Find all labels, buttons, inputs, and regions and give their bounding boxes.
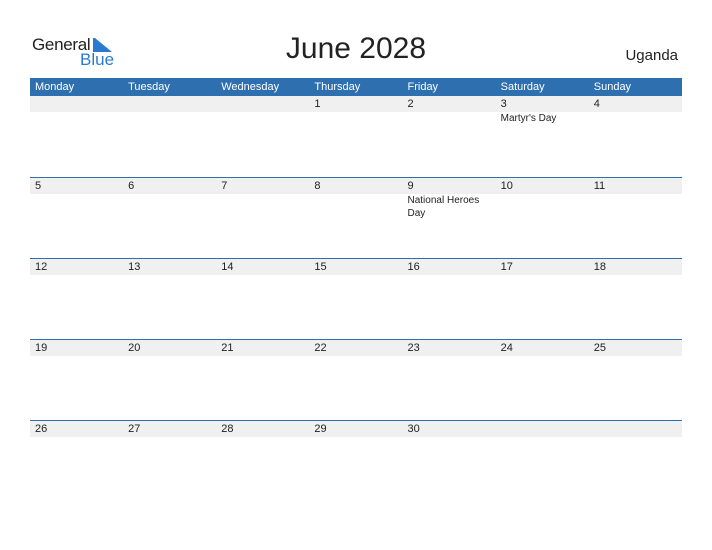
day-cell: 17 xyxy=(496,259,589,275)
day-number: 29 xyxy=(314,423,327,435)
day-cell xyxy=(589,421,682,437)
weekday-saturday: Saturday xyxy=(500,81,545,93)
day-cell: 26 xyxy=(30,421,123,437)
day-cell: 10 xyxy=(496,178,589,220)
day-number: 22 xyxy=(314,342,327,354)
day-number: 8 xyxy=(314,180,321,192)
day-number: 7 xyxy=(221,180,228,192)
day-number: 14 xyxy=(221,261,234,273)
country-label: Uganda xyxy=(625,47,678,64)
week-cells: 12 13 14 15 16 17 18 xyxy=(30,259,682,275)
week-cells: 19 20 21 22 23 24 25 xyxy=(30,340,682,356)
day-cell: 27 xyxy=(123,421,216,437)
calendar-grid: Monday Tuesday Wednesday Thursday Friday… xyxy=(30,78,682,501)
day-cell xyxy=(496,421,589,437)
day-cell: 11 xyxy=(589,178,682,220)
day-cell: 14 xyxy=(216,259,309,275)
day-cell: 7 xyxy=(216,178,309,220)
page-title: June 2028 xyxy=(285,32,427,65)
day-number: 23 xyxy=(407,342,420,354)
week-cells: 26 27 28 29 30 xyxy=(30,421,682,437)
weekday-wednesday: Wednesday xyxy=(221,81,280,93)
day-cell: 30 xyxy=(403,421,496,437)
day-cell: 3 Martyr's Day xyxy=(496,96,589,125)
day-number: 21 xyxy=(221,342,234,354)
day-number: 15 xyxy=(314,261,327,273)
day-cell: 9 National Heroes Day xyxy=(403,178,496,220)
day-number xyxy=(128,96,216,112)
day-cell: 19 xyxy=(30,340,123,356)
day-number xyxy=(594,421,682,437)
day-cell: 13 xyxy=(123,259,216,275)
day-cell xyxy=(216,96,309,125)
week-cells: 5 6 7 8 9 National Heroes Day 10 11 xyxy=(30,178,682,220)
day-number: 4 xyxy=(593,98,600,110)
day-number: 12 xyxy=(35,261,48,273)
day-cell: 28 xyxy=(216,421,309,437)
day-number: 5 xyxy=(35,180,42,192)
holiday-label: Martyr's Day xyxy=(500,113,557,124)
day-number: 10 xyxy=(500,180,513,192)
day-cell: 8 xyxy=(309,178,402,220)
day-cell: 20 xyxy=(123,340,216,356)
day-cell: 16 xyxy=(403,259,496,275)
day-number: 20 xyxy=(128,342,141,354)
week-row: 12 13 14 15 16 17 18 xyxy=(30,258,682,339)
day-cell: 23 xyxy=(403,340,496,356)
day-number: 25 xyxy=(593,342,606,354)
day-number xyxy=(501,421,589,437)
day-cell: 4 xyxy=(589,96,682,125)
week-row: 26 27 28 29 30 xyxy=(30,420,682,501)
day-number xyxy=(221,96,309,112)
weeks-container: 1 2 3 Martyr's Day 4 5 6 7 8 9 National Heroes Day… xyxy=(30,96,682,501)
day-cell: 24 xyxy=(496,340,589,356)
day-cell: 1 xyxy=(309,96,402,125)
day-cell xyxy=(123,96,216,125)
week-row: 1 2 3 Martyr's Day 4 xyxy=(30,96,682,177)
day-cell xyxy=(30,96,123,125)
weekday-friday: Friday xyxy=(407,81,439,93)
day-cell: 25 xyxy=(589,340,682,356)
day-number: 24 xyxy=(500,342,513,354)
day-number: 1 xyxy=(314,98,321,110)
day-cell: 22 xyxy=(309,340,402,356)
day-cell: 29 xyxy=(309,421,402,437)
day-cell: 6 xyxy=(123,178,216,220)
week-row: 5 6 7 8 9 National Heroes Day 10 11 xyxy=(30,177,682,258)
day-cell: 5 xyxy=(30,178,123,220)
day-cell: 2 xyxy=(403,96,496,125)
day-number: 17 xyxy=(500,261,513,273)
day-number: 28 xyxy=(221,423,234,435)
day-number: 11 xyxy=(593,180,606,192)
day-number xyxy=(35,96,123,112)
weekday-thursday: Thursday xyxy=(314,81,361,93)
week-row: 19 20 21 22 23 24 25 xyxy=(30,339,682,420)
day-number: 30 xyxy=(407,423,420,435)
day-number: 13 xyxy=(128,261,141,273)
day-cell: 12 xyxy=(30,259,123,275)
weekday-header: Monday Tuesday Wednesday Thursday Friday… xyxy=(30,78,682,96)
day-number: 16 xyxy=(407,261,420,273)
day-number: 9 xyxy=(407,180,414,192)
weekday-tuesday: Tuesday xyxy=(128,81,170,93)
day-number: 6 xyxy=(128,180,135,192)
week-cells: 1 2 3 Martyr's Day 4 xyxy=(30,96,682,125)
weekday-sunday: Sunday xyxy=(593,81,632,93)
holiday-label: National Heroes Day xyxy=(407,195,480,219)
day-cell: 21 xyxy=(216,340,309,356)
day-number: 27 xyxy=(128,423,141,435)
day-cell: 15 xyxy=(309,259,402,275)
day-number: 26 xyxy=(35,423,48,435)
day-number: 2 xyxy=(407,98,414,110)
day-number: 19 xyxy=(35,342,48,354)
day-number: 3 xyxy=(500,98,507,110)
day-cell: 18 xyxy=(589,259,682,275)
day-number: 18 xyxy=(593,261,606,273)
weekday-monday: Monday xyxy=(35,81,75,93)
